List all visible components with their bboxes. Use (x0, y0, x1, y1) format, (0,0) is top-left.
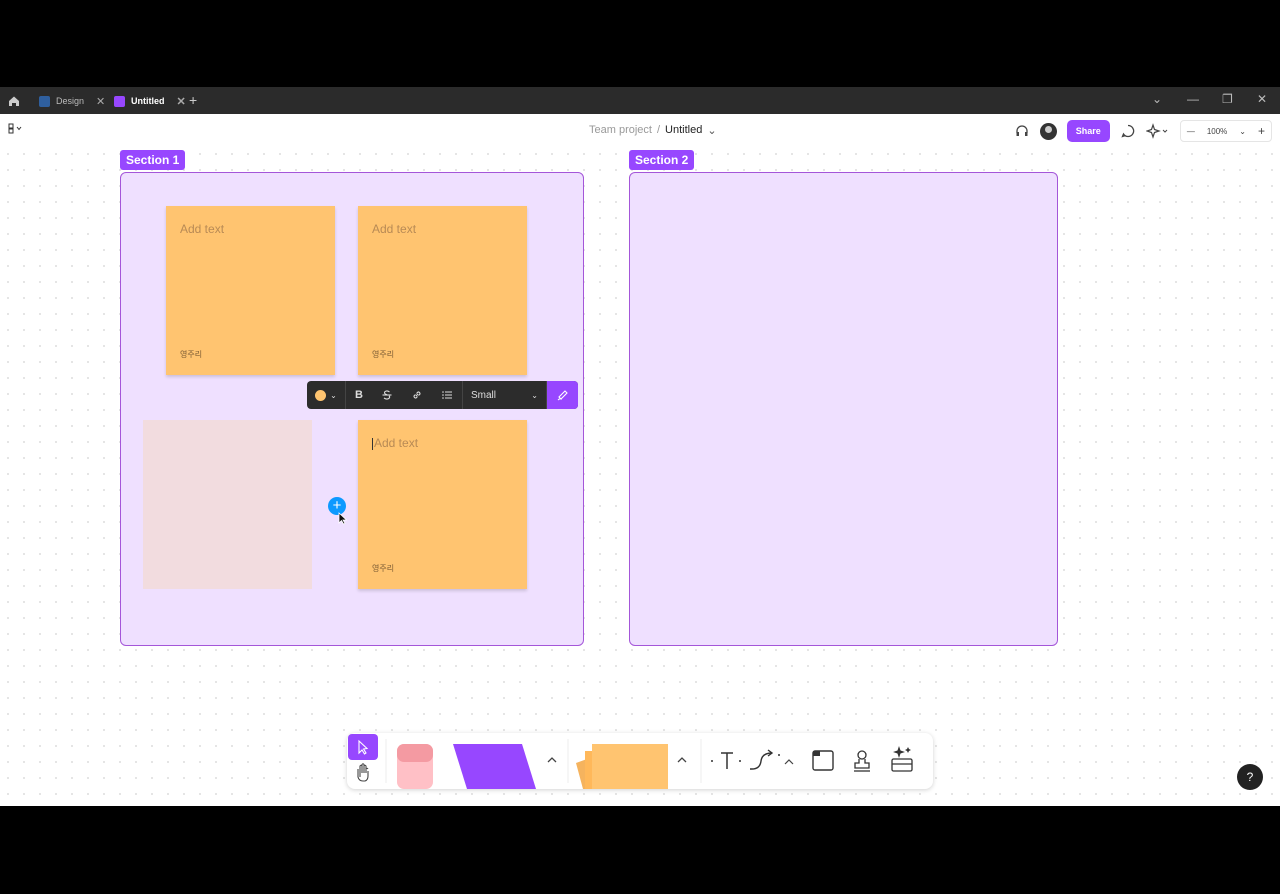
tab-design[interactable]: Design ✕ (33, 91, 111, 111)
shape-parallelogram-icon (453, 744, 536, 789)
strikethrough-icon[interactable] (381, 389, 393, 401)
tab-label: Design (56, 96, 85, 106)
sticky-placeholder: Add text (374, 436, 419, 450)
zoom-in-icon[interactable]: + (1252, 124, 1271, 138)
ghost-sticky-preview[interactable] (143, 420, 312, 589)
file-name[interactable]: Untitled (665, 124, 702, 137)
move-tool-icon (348, 734, 378, 760)
chevron-down-icon[interactable]: ⌄ (1233, 127, 1252, 136)
section-tool-icon (812, 750, 834, 771)
sticky-author: 영주리 (180, 350, 203, 359)
bold-icon[interactable]: B (355, 389, 363, 401)
comment-icon[interactable] (1120, 123, 1136, 139)
sticky-placeholder: Add text (372, 222, 417, 236)
link-icon[interactable] (411, 389, 423, 401)
tab-bar: Design ✕ Untitled ✕ + ⌄ — ❐ ✕ (0, 87, 1280, 114)
bottom-toolbar (347, 733, 933, 789)
project-name[interactable]: Team project (589, 124, 652, 137)
canvas[interactable]: Section 1 Section 2 Add text 영주리 Add tex… (0, 146, 1280, 806)
connector-tool-icon (750, 749, 794, 770)
format-toolbar: ⌄ B Small ⌄ (307, 381, 578, 409)
ai-sparkle-icon[interactable] (1145, 123, 1170, 139)
zoom-level[interactable]: 100% (1201, 127, 1233, 136)
design-file-icon (39, 95, 50, 107)
tab-untitled[interactable]: Untitled ✕ (108, 91, 192, 111)
tab-list-icon[interactable]: ⌄ (1152, 92, 1162, 106)
minimize-icon[interactable]: — (1187, 92, 1199, 106)
tab-label: Untitled (131, 96, 165, 106)
help-button[interactable]: ? (1237, 764, 1263, 790)
figjam-file-icon (114, 95, 125, 107)
app-window: Design ✕ Untitled ✕ + ⌄ — ❐ ✕ Team proje… (0, 87, 1280, 806)
sticky-note[interactable]: Add text 영주리 (358, 206, 527, 375)
color-swatch (315, 389, 327, 401)
restore-icon[interactable]: ❐ (1222, 92, 1233, 106)
figma-logo-icon (8, 123, 22, 134)
close-window-icon[interactable]: ✕ (1257, 92, 1267, 106)
chevron-down-icon[interactable]: ⌄ (707, 124, 716, 137)
color-picker[interactable]: ⌄ (307, 381, 346, 409)
section-1-label[interactable]: Section 1 (120, 150, 186, 170)
text-caret (372, 437, 373, 450)
text-style-group: B (346, 381, 463, 409)
sticky-author: 영주리 (372, 350, 395, 359)
sticky-note[interactable]: Add text 영주리 (166, 206, 335, 375)
chevron-down-icon: ⌄ (330, 390, 337, 400)
signature-pen-icon (557, 389, 568, 400)
stickies-expand-chevron-icon (677, 757, 687, 763)
shapes-expand-chevron-icon (547, 757, 557, 763)
section-2-label[interactable]: Section 2 (629, 150, 695, 170)
bottom-toolbar-graphics (348, 734, 913, 789)
close-tab-icon[interactable]: ✕ (96, 95, 105, 108)
sticky-placeholder-wrap: Add text (372, 436, 418, 450)
breadcrumb-separator: / (656, 124, 661, 136)
section-2[interactable] (629, 172, 1058, 646)
text-tool-icon (711, 752, 741, 769)
cursor-icon (338, 512, 348, 525)
new-tab-icon[interactable]: + (189, 92, 197, 108)
templates-widgets-icon (891, 746, 913, 772)
sticky-placeholder: Add text (180, 222, 225, 236)
main-menu-button[interactable] (8, 123, 22, 138)
share-button[interactable]: Share (1066, 120, 1110, 142)
font-size-value: Small (471, 389, 497, 401)
hand-tool-icon (357, 763, 369, 782)
home-icon[interactable] (6, 93, 22, 109)
avatar[interactable] (1039, 122, 1057, 140)
headphones-icon[interactable] (1014, 123, 1030, 139)
top-bar: Team project / Untitled ⌄ Share — 100% ⌄ (0, 114, 1280, 146)
author-toggle-button[interactable] (547, 381, 578, 409)
sticky-note-editing[interactable]: Add text 영주리 (358, 420, 527, 589)
close-tab-icon[interactable]: ✕ (177, 95, 186, 108)
chevron-down-icon: ⌄ (531, 390, 538, 400)
zoom-out-icon[interactable]: — (1181, 127, 1201, 136)
stamp-tool-icon (854, 750, 870, 772)
bullet-list-icon[interactable] (441, 389, 453, 401)
sticky-stack-icon (576, 744, 668, 789)
sticky-author: 영주리 (372, 564, 395, 573)
right-tools: Share — 100% ⌄ + (1014, 120, 1272, 142)
breadcrumb: Team project / Untitled ⌄ (589, 124, 717, 137)
eraser-marker-icon (397, 744, 433, 789)
font-size-select[interactable]: Small ⌄ (463, 381, 547, 409)
zoom-controls: — 100% ⌄ + (1179, 120, 1272, 142)
